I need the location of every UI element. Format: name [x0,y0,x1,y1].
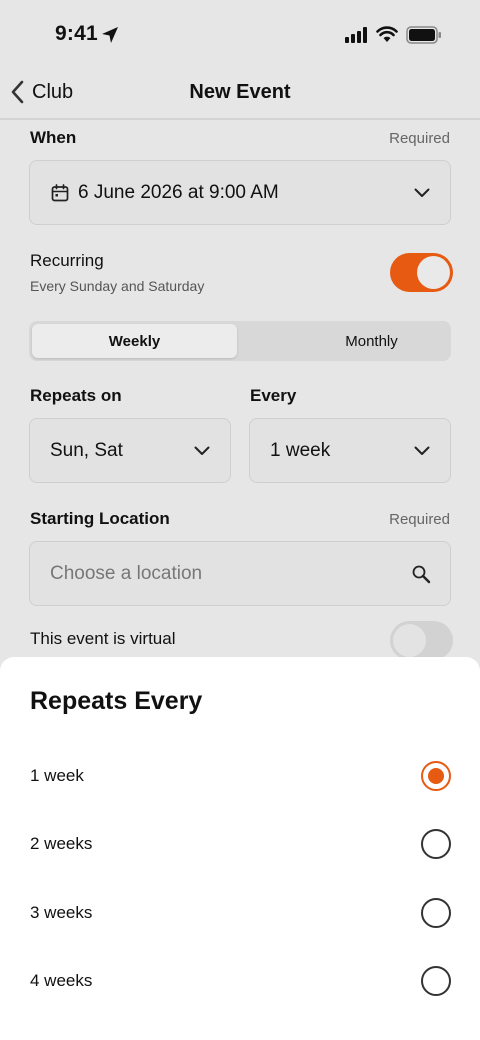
cellular-signal-icon [345,27,367,43]
every-label: Every [250,386,297,405]
sheet-title: Repeats Every [30,687,203,715]
toggle-knob [417,256,450,289]
repeats-on-label: Repeats on [30,386,122,405]
option-4-weeks[interactable]: 4 weeks [0,947,480,1015]
option-label: 1 week [30,766,84,785]
option-2-weeks[interactable]: 2 weeks [0,810,480,878]
repeats-on-dropdown[interactable]: Sun, Sat [29,418,231,483]
chevron-down-icon [414,188,430,197]
recurring-summary: Every Sunday and Saturday [30,278,205,294]
starting-location-label: Starting Location [30,509,170,528]
frequency-segmented-control: Weekly Monthly [29,321,451,361]
radio-unselected-icon[interactable] [421,898,451,928]
repeats-every-sheet: Repeats Every 1 week 2 weeks 3 weeks 4 w… [0,657,480,1040]
calendar-icon [51,184,69,202]
location-arrow-icon [102,27,118,43]
search-icon [412,565,431,584]
location-placeholder: Choose a location [50,562,203,584]
option-3-weeks[interactable]: 3 weeks [0,879,480,947]
radio-unselected-icon[interactable] [421,966,451,996]
date-time-picker[interactable]: 6 June 2026 at 9:00 AM [29,160,451,225]
wifi-icon [376,26,398,42]
recurring-toggle[interactable] [390,253,453,292]
virtual-event-label: This event is virtual [30,629,176,648]
when-label: When [30,128,77,147]
every-dropdown[interactable]: 1 week [249,418,451,483]
repeats-on-value: Sun, Sat [50,439,123,461]
page-title: New Event [189,81,291,103]
option-1-week[interactable]: 1 week [0,742,480,810]
location-label-row: Starting Location Required [30,509,450,529]
battery-icon [406,26,441,44]
radio-unselected-icon[interactable] [421,829,451,859]
status-time: 9:41 [55,22,98,45]
when-label-row: When Required [30,128,450,148]
chevron-down-icon [194,446,210,455]
every-value: 1 week [270,439,331,461]
tab-monthly[interactable]: Monthly [269,324,474,358]
location-required-label: Required [389,511,450,528]
status-bar: 9:41 [0,0,480,70]
location-search-input[interactable]: Choose a location [29,541,451,606]
option-label: 2 weeks [30,834,93,853]
recurring-label: Recurring [30,251,104,270]
chevron-down-icon [414,446,430,455]
tab-weekly[interactable]: Weekly [32,324,237,358]
toggle-knob [393,624,426,657]
date-time-value: 6 June 2026 at 9:00 AM [78,181,279,203]
navigation-bar: Club New Event [0,70,480,120]
when-required-label: Required [389,130,450,147]
virtual-event-toggle[interactable] [390,621,453,660]
option-label: 4 weeks [30,971,93,990]
option-label: 3 weeks [30,903,93,922]
radio-selected-icon[interactable] [421,761,451,791]
